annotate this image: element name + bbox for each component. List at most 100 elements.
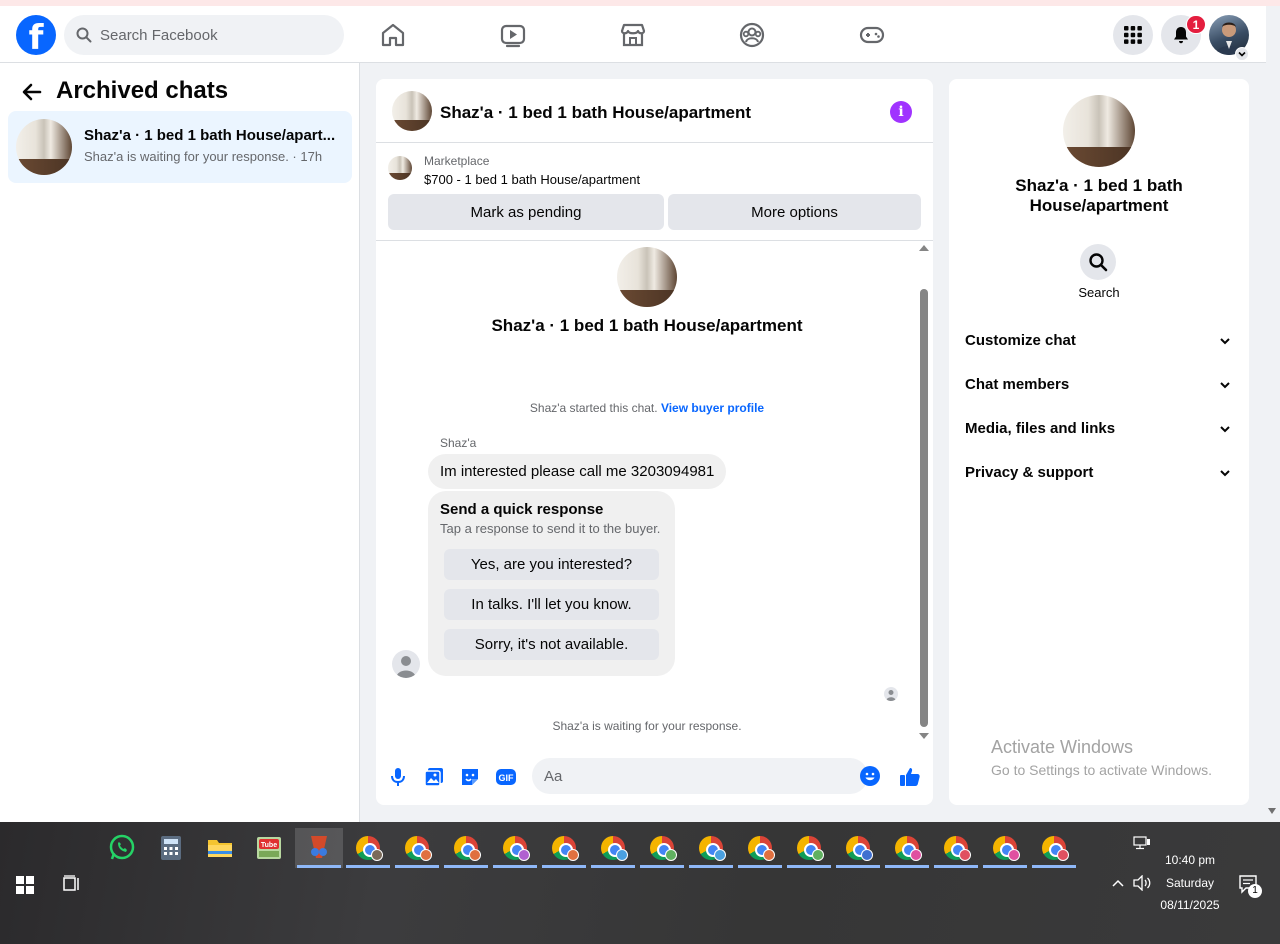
- mark-as-pending-button[interactable]: Mark as pending: [388, 194, 664, 230]
- chevron-up-icon[interactable]: [1111, 878, 1125, 888]
- sticker-icon[interactable]: [458, 765, 482, 789]
- video-app-taskbar-button[interactable]: Tube: [245, 828, 293, 868]
- chrome-profile-taskbar-button[interactable]: [491, 828, 539, 868]
- profile-badge-icon: [1008, 849, 1020, 861]
- chrome-profile-taskbar-button[interactable]: [1030, 828, 1078, 868]
- clock-time[interactable]: 10:40 pm: [1150, 853, 1230, 867]
- running-indicator: [885, 865, 929, 868]
- message-bubble[interactable]: Im interested please call me 3203094981: [428, 454, 727, 489]
- listing-thumbnail[interactable]: [388, 156, 412, 180]
- section-customize-chat[interactable]: Customize chat: [965, 319, 1241, 363]
- profile-badge-icon: [1057, 849, 1069, 861]
- message-input[interactable]: [544, 758, 844, 794]
- watch-icon[interactable]: [497, 19, 529, 51]
- chrome-profile-taskbar-button[interactable]: [883, 828, 931, 868]
- section-label: Media, files and links: [965, 420, 1116, 437]
- chrome-profile-taskbar-button[interactable]: [981, 828, 1029, 868]
- chrome-profile-taskbar-button[interactable]: [736, 828, 784, 868]
- started-text: Shaz'a started this chat.: [529, 401, 658, 415]
- back-arrow-icon[interactable]: [20, 80, 44, 104]
- search-input[interactable]: [100, 15, 330, 55]
- quick-response-button[interactable]: Sorry, it's not available.: [444, 629, 659, 660]
- chat-started-notice: Shaz'a started this chat. View buyer pro…: [376, 401, 918, 415]
- profile-badge-icon: [665, 849, 677, 861]
- svg-text:GIF: GIF: [499, 773, 515, 783]
- section-chat-members[interactable]: Chat members: [965, 363, 1241, 407]
- default-user-icon: [396, 656, 416, 678]
- details-avatar[interactable]: [1063, 95, 1135, 167]
- calculator-icon: [161, 836, 181, 860]
- emoji-icon[interactable]: [860, 766, 880, 786]
- sender-avatar[interactable]: [392, 650, 420, 678]
- quick-response-button[interactable]: Yes, are you interested?: [444, 549, 659, 580]
- section-media-files-links[interactable]: Media, files and links: [965, 407, 1241, 451]
- search-label: Search: [1078, 285, 1120, 300]
- section-privacy-support[interactable]: Privacy & support: [965, 451, 1241, 495]
- network-icon[interactable]: [1133, 836, 1151, 850]
- marketplace-icon[interactable]: [617, 19, 649, 51]
- info-icon[interactable]: i: [890, 101, 912, 123]
- volume-icon[interactable]: [1132, 875, 1152, 891]
- conversation-avatar[interactable]: [392, 91, 432, 131]
- message-thread[interactable]: Shaz'a · 1 bed 1 bath House/apartment Sh…: [376, 241, 933, 741]
- menu-button[interactable]: [1113, 15, 1153, 55]
- chrome-profile-taskbar-button[interactable]: [540, 828, 588, 868]
- search-in-conversation-button[interactable]: [1080, 244, 1116, 280]
- chrome-profile-taskbar-button[interactable]: [442, 828, 490, 868]
- running-indicator: [689, 865, 733, 868]
- windows-start-icon[interactable]: [16, 876, 34, 894]
- chevron-down-icon: [1220, 338, 1230, 345]
- calculator-taskbar-button[interactable]: [147, 828, 195, 868]
- photo-gallery-icon[interactable]: [422, 765, 446, 789]
- scroll-down-arrow-icon[interactable]: [919, 733, 929, 739]
- chat-avatar: [16, 119, 72, 175]
- running-indicator: [346, 865, 390, 868]
- search-icon: [76, 27, 92, 43]
- chrome-profile-taskbar-button[interactable]: [344, 828, 392, 868]
- facebook-logo-icon[interactable]: f: [16, 15, 56, 55]
- running-indicator: [542, 865, 586, 868]
- profile-badge-icon: [861, 849, 873, 861]
- view-buyer-profile-link[interactable]: View buyer profile: [661, 401, 764, 415]
- message-input-box[interactable]: [532, 758, 880, 794]
- chrome-profile-taskbar-button[interactable]: [393, 828, 441, 868]
- conversation-panel: Shaz'a · 1 bed 1 bath House/apartment i …: [376, 79, 933, 805]
- task-view-icon[interactable]: [62, 874, 82, 894]
- gaming-icon[interactable]: [856, 19, 888, 51]
- running-indicator: [395, 865, 439, 868]
- microphone-icon[interactable]: [386, 765, 410, 789]
- scroll-up-arrow-icon[interactable]: [919, 245, 929, 251]
- file-explorer-taskbar-button[interactable]: [196, 828, 244, 868]
- quick-response-button[interactable]: In talks. I'll let you know.: [444, 589, 659, 620]
- active-taskbar-button[interactable]: [295, 828, 343, 868]
- account-menu-button[interactable]: [1235, 47, 1249, 61]
- running-indicator: [934, 865, 978, 868]
- activate-windows-watermark: Activate Windows Go to Settings to activ…: [991, 737, 1212, 778]
- chrome-profile-taskbar-button[interactable]: [589, 828, 637, 868]
- more-options-button[interactable]: More options: [668, 194, 921, 230]
- running-indicator: [640, 865, 684, 868]
- search-box[interactable]: [64, 15, 344, 55]
- whatsapp-taskbar-button[interactable]: [98, 828, 146, 868]
- scrollbar-thumb[interactable]: [920, 289, 928, 727]
- profile-badge-icon: [420, 849, 432, 861]
- groups-icon[interactable]: [736, 19, 768, 51]
- gif-icon[interactable]: GIF: [494, 765, 518, 789]
- chat-list-item[interactable]: Shaz'a · 1 bed 1 bath House/apart... Sha…: [8, 111, 352, 183]
- chrome-profile-taskbar-button[interactable]: [834, 828, 882, 868]
- listing-title[interactable]: $700 - 1 bed 1 bath House/apartment: [424, 172, 640, 187]
- conversation-title[interactable]: Shaz'a · 1 bed 1 bath House/apartment: [440, 103, 751, 123]
- home-icon[interactable]: [377, 19, 409, 51]
- chrome-profile-taskbar-button[interactable]: [638, 828, 686, 868]
- clock-date[interactable]: 08/11/2025: [1150, 898, 1230, 912]
- chrome-profile-taskbar-button[interactable]: [687, 828, 735, 868]
- running-indicator: [591, 865, 635, 868]
- chrome-profile-taskbar-button[interactable]: [932, 828, 980, 868]
- profile-badge-icon: [763, 849, 775, 861]
- clock-day[interactable]: Saturday: [1150, 876, 1230, 890]
- chrome-profile-taskbar-button[interactable]: [785, 828, 833, 868]
- profile-badge-icon: [469, 849, 481, 861]
- page-scroll-down-arrow-icon[interactable]: [1268, 808, 1276, 814]
- action-center-badge: 1: [1248, 884, 1262, 898]
- thumbs-up-icon[interactable]: [898, 765, 922, 789]
